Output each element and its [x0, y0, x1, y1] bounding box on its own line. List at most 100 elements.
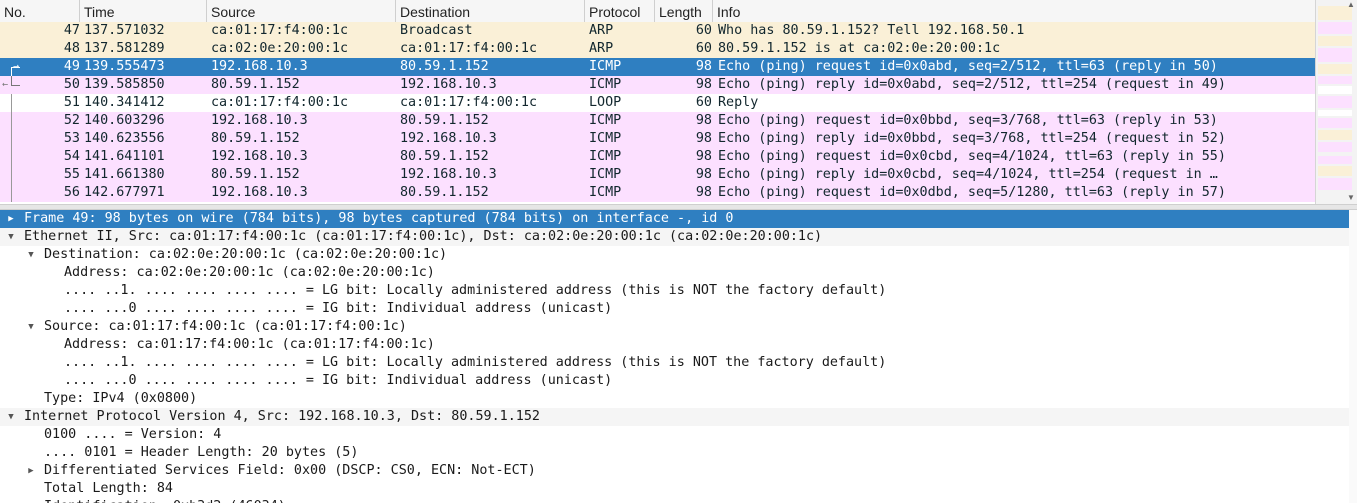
expanded-triangle-icon[interactable]: ▼ [25, 318, 37, 336]
expanded-triangle-icon[interactable]: ▼ [5, 408, 17, 426]
conversation-line [11, 166, 12, 184]
tree-node-eth-dst-ig-bit[interactable]: .... ...0 .... .... .... .... = IG bit: … [0, 300, 1357, 318]
conversation-line [11, 148, 12, 166]
packet-no: 53 [63, 131, 80, 146]
packet-no: 51 [63, 95, 80, 110]
scroll-down-arrow-icon[interactable]: ▼ [1345, 193, 1357, 203]
packet-destination: 80.59.1.152 [400, 185, 489, 200]
packet-length: 98 [695, 149, 712, 164]
packet-info: Echo (ping) request id=0x0bbd, seq=3/768… [718, 113, 1218, 128]
tree-node-text: Address: ca:02:0e:20:00:1c (ca:02:0e:20:… [64, 265, 435, 280]
tree-node-eth-src-lg-bit[interactable]: .... ..1. .... .... .... .... = LG bit: … [0, 354, 1357, 372]
packet-info: Echo (ping) reply id=0x0cbd, seq=4/1024,… [718, 167, 1218, 182]
packet-details-tree[interactable]: ▶ Frame 49: 98 bytes on wire (784 bits), … [0, 210, 1357, 503]
tree-node-ip-total-length[interactable]: Total Length: 84 [0, 480, 1357, 498]
packet-protocol: ICMP [589, 167, 622, 182]
tree-node-eth-src-ig-bit[interactable]: .... ...0 .... .... .... .... = IG bit: … [0, 372, 1357, 390]
collapsed-triangle-icon[interactable]: ▶ [25, 462, 37, 480]
packet-info: Echo (ping) reply id=0x0abd, seq=2/512, … [718, 77, 1226, 92]
collapsed-triangle-icon[interactable]: ▶ [5, 210, 17, 228]
column-header-time[interactable]: Time [80, 0, 207, 22]
packet-source: 192.168.10.3 [211, 59, 308, 74]
conversation-line [11, 130, 12, 148]
packet-destination: 192.168.10.3 [400, 77, 497, 92]
packet-no: 55 [63, 167, 80, 182]
packet-info: Echo (ping) reply id=0x0bbd, seq=3/768, … [718, 131, 1226, 146]
packet-minimap-scrollbar[interactable] [1315, 0, 1357, 204]
packet-time: 139.555473 [84, 59, 165, 74]
tree-node-text: Differentiated Services Field: 0x00 (DSC… [44, 463, 536, 478]
tree-node-ip-identification[interactable]: Identification: 0xb3d2 (46034) [0, 498, 1357, 503]
scroll-up-arrow-icon[interactable]: ▲ [1345, 0, 1357, 10]
packet-destination: 80.59.1.152 [400, 149, 489, 164]
packet-info: Echo (ping) request id=0x0cbd, seq=4/102… [718, 149, 1226, 164]
packet-destination: ca:01:17:f4:00:1c [400, 41, 538, 56]
tree-node-eth-type[interactable]: Type: IPv4 (0x0800) [0, 390, 1357, 408]
column-header-destination[interactable]: Destination [396, 0, 585, 22]
packet-source: ca:01:17:f4:00:1c [211, 95, 349, 110]
tree-node-text: 0100 .... = Version: 4 [44, 427, 222, 442]
packet-row[interactable]: 54 141.641101 192.168.10.3 80.59.1.152 ICMP 9… [0, 148, 1315, 166]
tree-node-eth-destination[interactable]: ▼ Destination: ca:02:0e:20:00:1c (ca:02:0… [0, 246, 1357, 264]
packet-source: 80.59.1.152 [211, 167, 300, 182]
tree-node-eth-dst-lg-bit[interactable]: .... ..1. .... .... .... .... = LG bit: … [0, 282, 1357, 300]
tree-node-text: .... ...0 .... .... .... .... = IG bit: … [64, 373, 613, 388]
tree-node-text: Address: ca:01:17:f4:00:1c (ca:01:17:f4:… [64, 337, 435, 352]
packet-protocol: ARP [589, 23, 614, 38]
column-header-no[interactable]: No. [0, 0, 80, 22]
packet-info: Echo (ping) request id=0x0dbd, seq=5/128… [718, 185, 1226, 200]
packet-length: 60 [695, 23, 712, 38]
column-header-info[interactable]: Info [713, 0, 1315, 22]
tree-node-frame[interactable]: ▶ Frame 49: 98 bytes on wire (784 bits), … [0, 210, 1357, 228]
packet-protocol: ICMP [589, 131, 622, 146]
packet-time: 140.603296 [84, 113, 165, 128]
packet-row[interactable]: 56 142.677971 192.168.10.3 80.59.1.152 ICMP 9… [0, 184, 1315, 202]
packet-length: 98 [695, 131, 712, 146]
packet-row[interactable]: 52 140.603296 192.168.10.3 80.59.1.152 ICMP 9… [0, 112, 1315, 130]
packet-row[interactable]: 49 139.555473 192.168.10.3 80.59.1.152 ICMP 9… [0, 58, 1315, 76]
packet-destination: 80.59.1.152 [400, 113, 489, 128]
packet-row[interactable]: 55 141.661380 80.59.1.152 192.168.10.3 ICMP 9… [0, 166, 1315, 184]
tree-node-ip-version[interactable]: 0100 .... = Version: 4 [0, 426, 1357, 444]
tree-node-eth-dst-address[interactable]: Address: ca:02:0e:20:00:1c (ca:02:0e:20:… [0, 264, 1357, 282]
column-header-protocol[interactable]: Protocol [585, 0, 655, 22]
tree-node-text: Identification: 0xb3d2 (46034) [44, 498, 286, 503]
tree-node-ethernet[interactable]: ▼ Ethernet II, Src: ca:01:17:f4:00:1c (ca… [0, 228, 1357, 246]
packet-row[interactable]: 51 140.341412 ca:01:17:f4:00:1c ca:01:17:f4… [0, 94, 1315, 112]
packet-no: 47 [63, 23, 80, 38]
packet-info: Echo (ping) request id=0x0abd, seq=2/512… [718, 59, 1218, 74]
tree-node-text: Type: IPv4 (0x0800) [44, 391, 198, 406]
minimap-strip [1318, 96, 1352, 108]
packet-length: 98 [695, 167, 712, 182]
packet-length: 60 [695, 95, 712, 110]
conversation-line [11, 94, 12, 112]
packet-list[interactable]: No. Time Source Destination Protocol Len… [0, 0, 1357, 204]
packet-time: 140.341412 [84, 95, 165, 110]
packet-row[interactable]: 50 139.585850 80.59.1.152 192.168.10.3 ICMP 9… [0, 76, 1315, 94]
packet-protocol: ICMP [589, 113, 622, 128]
tree-node-text: Frame 49: 98 bytes on wire (784 bits), 9… [24, 211, 734, 226]
packet-row[interactable]: 53 140.623556 80.59.1.152 192.168.10.3 ICMP 9… [0, 130, 1315, 148]
tree-node-ipv4[interactable]: ▼ Internet Protocol Version 4, Src: 192.1… [0, 408, 1357, 426]
packet-time: 140.623556 [84, 131, 165, 146]
tree-node-eth-src-address[interactable]: Address: ca:01:17:f4:00:1c (ca:01:17:f4:… [0, 336, 1357, 354]
column-header-source[interactable]: Source [207, 0, 396, 22]
column-header-length[interactable]: Length [655, 0, 713, 22]
packet-row[interactable]: 48 137.581289 ca:02:0e:20:00:1c ca:01:17:f4… [0, 40, 1315, 58]
details-scrollbar[interactable] [1349, 210, 1357, 503]
tree-node-eth-source[interactable]: ▼ Source: ca:01:17:f4:00:1c (ca:01:17:f4:… [0, 318, 1357, 336]
packet-protocol: ARP [589, 41, 614, 56]
minimap-strip [1318, 110, 1352, 116]
packet-list-header: No. Time Source Destination Protocol Len… [0, 0, 1315, 23]
expanded-triangle-icon[interactable]: ▼ [5, 228, 17, 246]
minimap-strip [1318, 86, 1352, 94]
packet-row[interactable]: 47 137.571032 ca:01:17:f4:00:1c Broadcast AR… [0, 22, 1315, 40]
packet-source: 192.168.10.3 [211, 113, 308, 128]
packet-protocol: ICMP [589, 59, 622, 74]
tree-node-ip-dsfield[interactable]: ▶ Differentiated Services Field: 0x00 (DS… [0, 462, 1357, 480]
expanded-triangle-icon[interactable]: ▼ [25, 246, 37, 264]
packet-protocol: ICMP [589, 185, 622, 200]
conversation-line [11, 184, 12, 202]
packet-time: 137.581289 [84, 41, 165, 56]
tree-node-ip-header-length[interactable]: .... 0101 = Header Length: 20 bytes (5) [0, 444, 1357, 462]
